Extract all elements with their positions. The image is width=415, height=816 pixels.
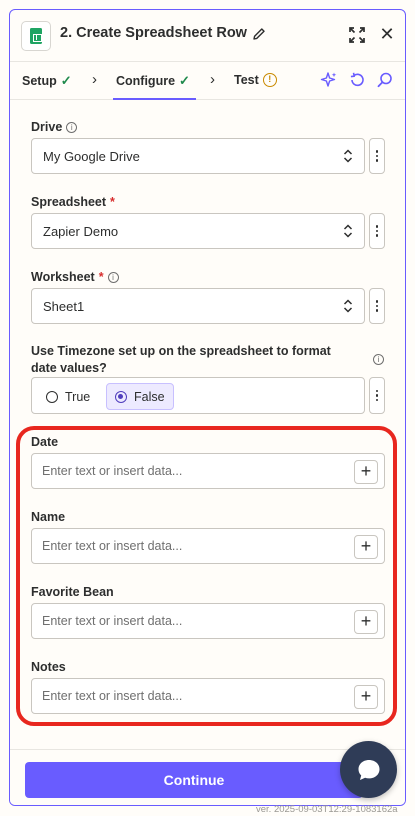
tab-test-label: Test <box>234 73 259 87</box>
step-panel: 2. Create Spreadsheet Row ✕ Setup ✓ › Co… <box>9 9 406 806</box>
edit-title-icon[interactable] <box>251 26 267 42</box>
tab-setup-label: Setup <box>22 74 57 88</box>
info-icon[interactable]: i <box>66 121 78 133</box>
notes-label: Notes <box>31 660 66 674</box>
chevron-right-icon: › <box>92 71 97 88</box>
name-input[interactable]: Enter text or insert data... + <box>31 528 385 564</box>
tab-configure[interactable]: Configure ✓ <box>116 73 190 89</box>
select-arrows-icon <box>343 224 353 238</box>
check-icon: ✓ <box>60 73 72 88</box>
radio-unchecked-icon <box>46 390 58 403</box>
name-label: Name <box>31 510 66 524</box>
drive-select[interactable]: My Google Drive <box>31 138 365 174</box>
warning-icon: ! <box>262 73 277 87</box>
info-icon[interactable]: i <box>373 354 384 365</box>
continue-button[interactable]: Continue <box>25 762 363 798</box>
tab-configure-label: Configure <box>116 74 176 88</box>
chat-icon <box>358 759 379 780</box>
radio-checked-icon <box>115 390 127 403</box>
date-input[interactable]: Enter text or insert data... + <box>31 453 385 489</box>
favorite-bean-label: Favorite Bean <box>31 585 114 599</box>
worksheet-value: Sheet1 <box>43 299 85 314</box>
google-sheets-icon <box>21 21 51 51</box>
required-marker: * <box>110 195 115 209</box>
chat-bubble-button[interactable] <box>340 741 397 798</box>
drive-options-icon[interactable] <box>369 138 385 174</box>
spreadsheet-value: Zapier Demo <box>43 224 119 239</box>
step-title: 2. Create Spreadsheet Row <box>60 25 247 41</box>
close-icon[interactable]: ✕ <box>377 24 397 44</box>
drive-label: Drive i <box>31 120 78 134</box>
favorite-bean-input[interactable]: Enter text or insert data... + <box>31 603 385 639</box>
date-label: Date <box>31 435 59 449</box>
spreadsheet-select[interactable]: Zapier Demo <box>31 213 365 249</box>
spreadsheet-options-icon[interactable] <box>369 213 385 249</box>
timezone-options-icon[interactable] <box>369 377 385 414</box>
version-text: ver. 2025-09-03T12:29-1083162a <box>256 804 398 815</box>
insert-data-icon[interactable]: + <box>354 535 378 559</box>
worksheet-label: Worksheet * i <box>31 270 119 284</box>
notes-input[interactable]: Enter text or insert data... + <box>31 678 385 714</box>
radio-false[interactable]: False <box>106 383 174 410</box>
select-arrows-icon <box>343 299 353 313</box>
panel-header: 2. Create Spreadsheet Row ✕ <box>10 10 405 62</box>
check-icon: ✓ <box>179 73 190 88</box>
refresh-icon[interactable] <box>348 71 366 89</box>
info-icon[interactable]: i <box>107 271 119 283</box>
worksheet-select[interactable]: Sheet1 <box>31 288 365 324</box>
expand-icon[interactable] <box>348 26 366 44</box>
sparkle-icon[interactable] <box>320 71 338 89</box>
insert-data-icon[interactable]: + <box>354 460 378 484</box>
select-arrows-icon <box>343 149 353 163</box>
tab-setup[interactable]: Setup ✓ <box>22 73 72 89</box>
chevron-right-icon: › <box>210 71 215 88</box>
active-tab-indicator <box>113 98 196 100</box>
required-marker: * <box>98 270 104 284</box>
insert-data-icon[interactable]: + <box>354 685 378 709</box>
step-tabs: Setup ✓ › Configure ✓ › Test ! <box>10 62 405 100</box>
radio-true[interactable]: True <box>38 383 98 410</box>
timezone-label: Use Timezone set up on the spreadsheet t… <box>31 344 331 375</box>
tab-test[interactable]: Test ! <box>234 73 277 87</box>
insert-data-icon[interactable]: + <box>354 610 378 634</box>
spreadsheet-label: Spreadsheet * <box>31 195 115 209</box>
timezone-radio-group: True False <box>31 377 365 414</box>
search-icon[interactable] <box>376 71 394 89</box>
worksheet-options-icon[interactable] <box>369 288 385 324</box>
drive-value: My Google Drive <box>43 149 140 164</box>
